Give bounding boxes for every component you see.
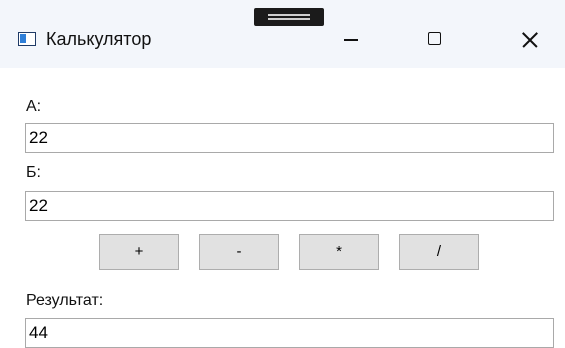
subtract-button[interactable]: - [199,234,279,270]
a-input[interactable]: 22 [25,123,554,153]
a-label: А: [26,98,42,115]
minimize-icon[interactable] [328,24,374,54]
app-window-icon [18,32,36,46]
drag-handle[interactable] [254,8,324,26]
close-icon[interactable] [505,24,551,54]
multiply-button[interactable]: * [299,234,379,270]
b-label: Б: [26,164,41,181]
title-bar[interactable]: Калькулятор [0,0,565,68]
maximize-icon[interactable] [412,24,458,54]
add-button[interactable]: + [99,234,179,270]
result-label: Результат: [26,292,104,309]
divide-button[interactable]: / [399,234,479,270]
b-input[interactable]: 22 [25,191,554,221]
window-title: Калькулятор [46,29,152,49]
result-field[interactable]: 44 [25,318,554,348]
